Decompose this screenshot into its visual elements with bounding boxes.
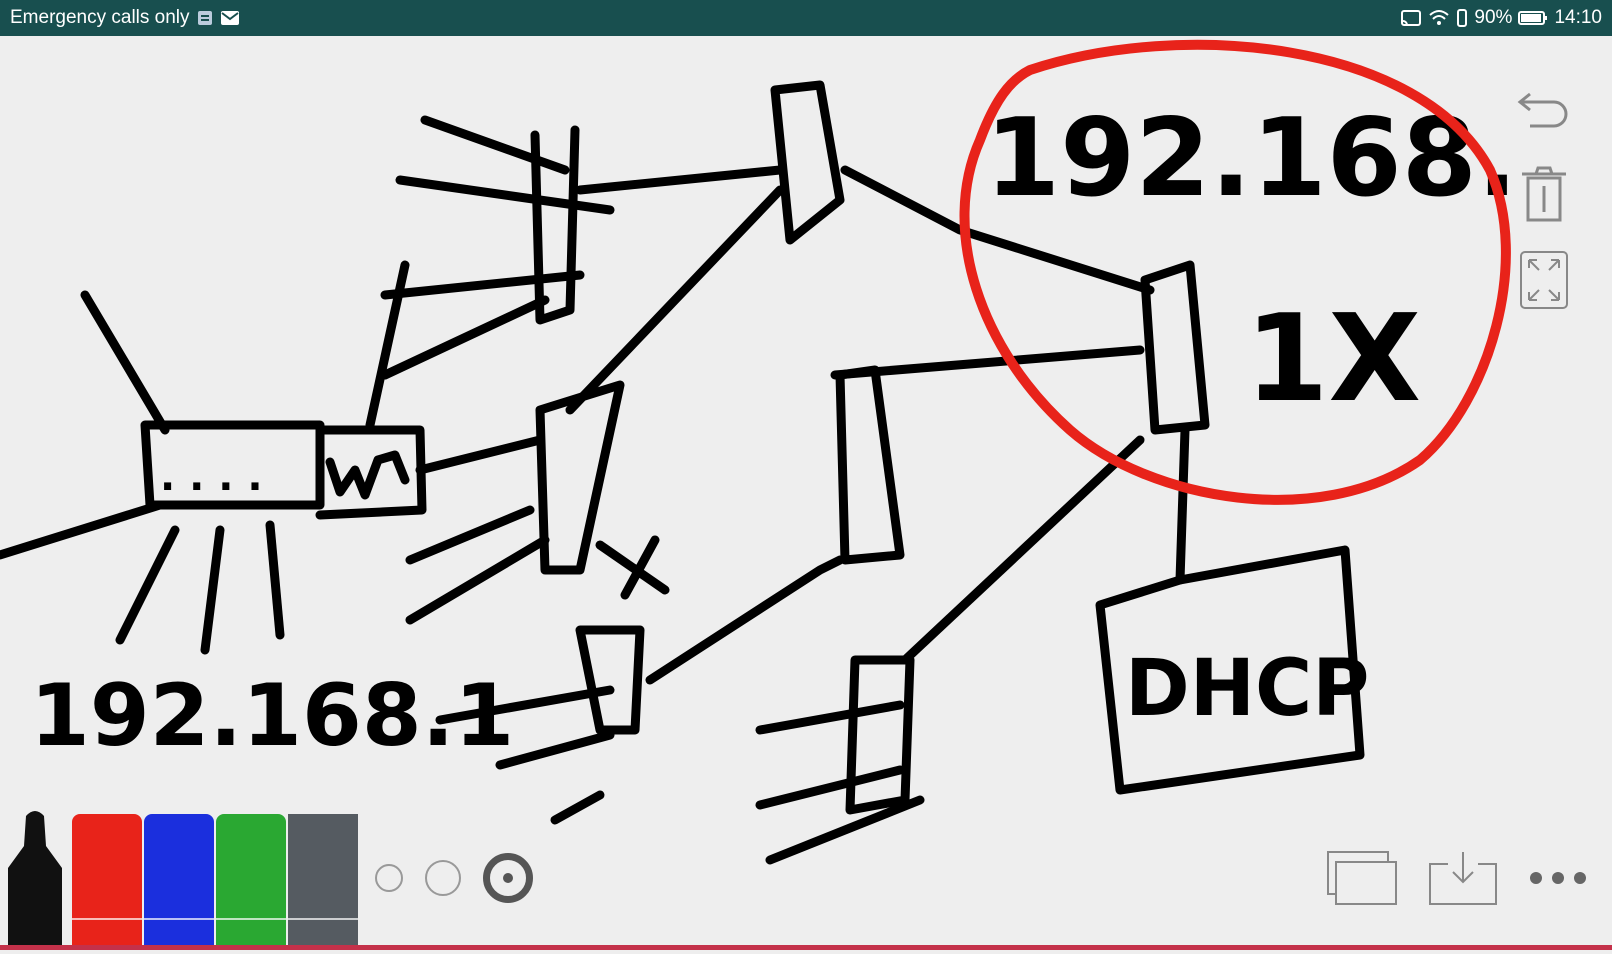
- more-icon: [1530, 872, 1586, 884]
- size-large-dot: [503, 873, 513, 883]
- clock: 14:10: [1554, 7, 1602, 28]
- size-small[interactable]: [375, 864, 403, 892]
- more-button[interactable]: [1528, 868, 1588, 888]
- clear-button[interactable]: [1516, 166, 1572, 222]
- save-button[interactable]: [1428, 850, 1498, 906]
- pen-size-selector: [375, 853, 533, 903]
- bottom-accent-line: [0, 945, 1612, 950]
- vibrate-icon: [1456, 9, 1468, 27]
- marker-icon: [8, 811, 62, 950]
- fullscreen-button[interactable]: [1516, 251, 1572, 309]
- battery-percent: 90%: [1474, 7, 1513, 28]
- color-blue[interactable]: [144, 814, 214, 950]
- trash-icon: [1522, 166, 1566, 222]
- save-icon: [1429, 852, 1497, 905]
- pages-icon: [1327, 851, 1397, 905]
- mail-icon: [220, 10, 240, 26]
- side-toolbar: [1516, 80, 1572, 309]
- wireless-w: [325, 450, 410, 500]
- status-bar: Emergency calls only 90% 14:10: [0, 0, 1612, 36]
- color-gray[interactable]: [288, 814, 358, 950]
- switch-dots: . . . .: [160, 454, 263, 500]
- cast-icon: [1400, 9, 1422, 27]
- one-x-text: 1X: [1245, 290, 1421, 429]
- undo-icon: [1517, 92, 1568, 128]
- undo-button[interactable]: [1516, 80, 1572, 136]
- pages-button[interactable]: [1326, 850, 1398, 906]
- color-green[interactable]: [216, 814, 286, 950]
- battery-icon: [1518, 10, 1548, 26]
- fullscreen-icon: [1520, 251, 1568, 309]
- size-large[interactable]: [483, 853, 533, 903]
- color-red[interactable]: [72, 814, 142, 950]
- size-medium[interactable]: [425, 860, 461, 896]
- sim-icon: [196, 9, 214, 27]
- marker-pen[interactable]: [0, 806, 70, 950]
- bottom-toolbar: [1326, 850, 1588, 906]
- carrier-status-text: Emergency calls only: [10, 7, 190, 28]
- color-palette: [0, 806, 358, 950]
- ip-text-bottom: 192.168.1: [30, 666, 514, 766]
- dhcp-text: DHCP: [1125, 644, 1369, 734]
- wifi-icon: [1428, 9, 1450, 27]
